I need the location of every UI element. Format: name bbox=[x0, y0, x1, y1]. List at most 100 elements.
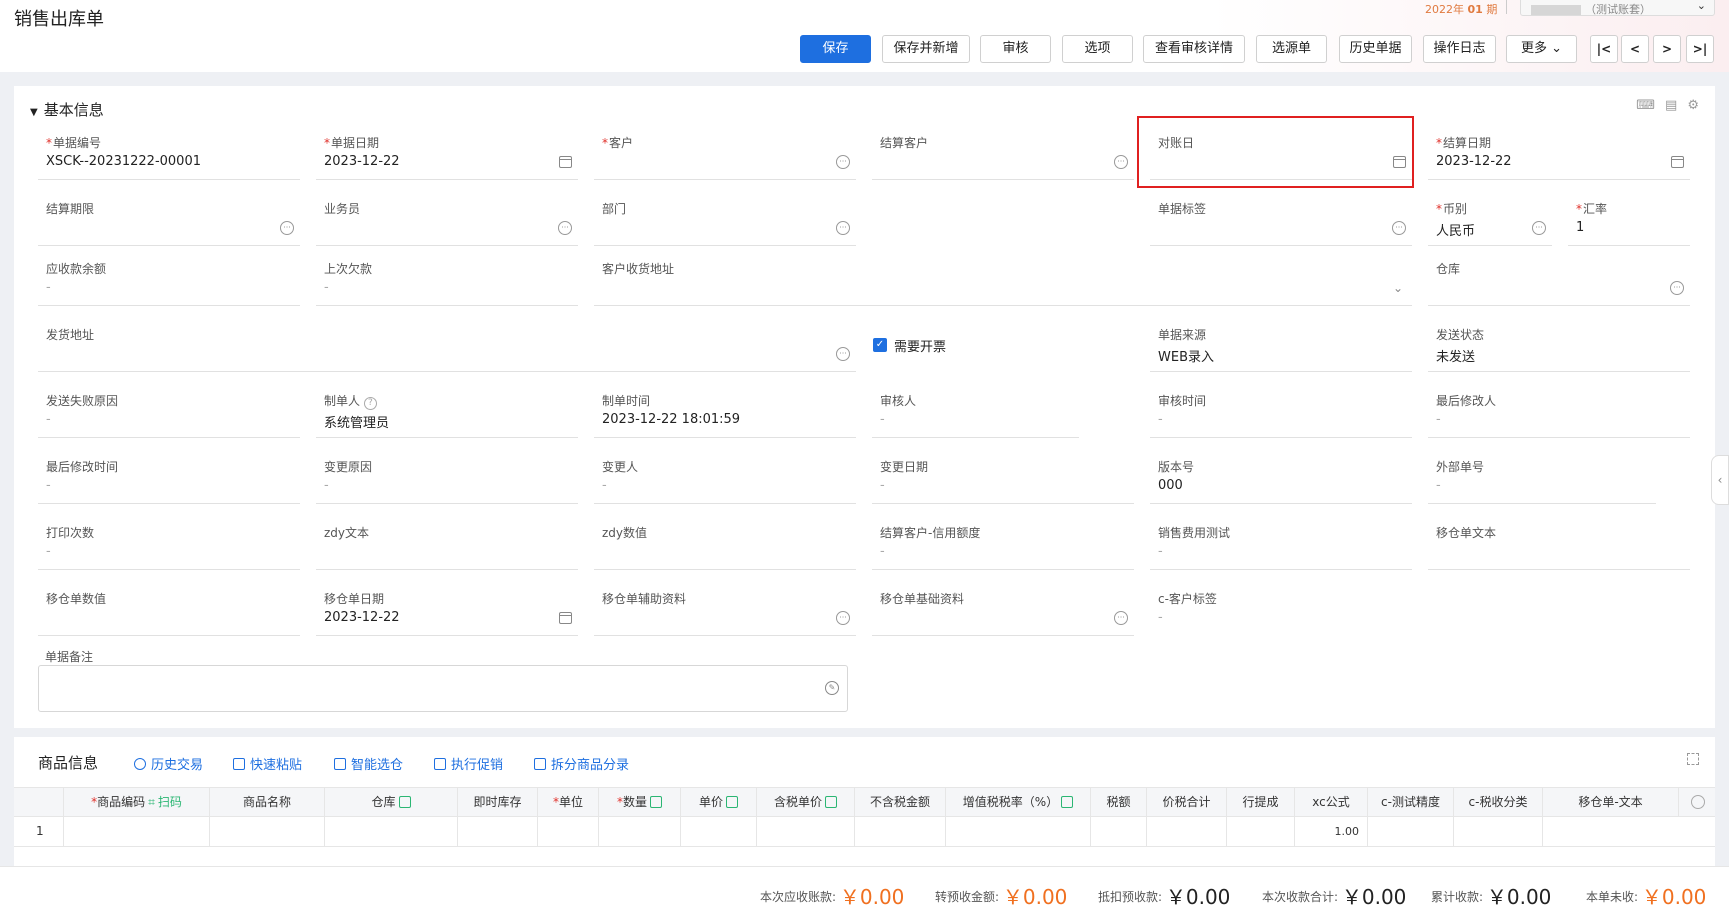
cell-tax-category[interactable] bbox=[1454, 817, 1543, 846]
field-currency[interactable]: *币别 人民币 ··· bbox=[1428, 192, 1552, 246]
save-button[interactable]: 保存 bbox=[800, 35, 871, 63]
field-transfer-date[interactable]: 移仓单日期 2023-12-22 bbox=[316, 582, 578, 636]
promotion-tool[interactable]: 执行促销 bbox=[434, 754, 503, 773]
col-price[interactable]: 单价 bbox=[681, 788, 757, 816]
cell-xc-formula[interactable]: 1.00 bbox=[1295, 817, 1368, 846]
remark-textarea[interactable]: ✎ bbox=[38, 665, 848, 712]
field-zdy-text[interactable]: zdy文本 bbox=[316, 516, 578, 570]
field-customer[interactable]: *客户 ··· bbox=[594, 126, 856, 180]
field-settle-date[interactable]: *结算日期 2023-12-22 bbox=[1428, 126, 1690, 180]
field-bill-no[interactable]: *单据编号 XSCK--20231222-00001 bbox=[38, 126, 300, 180]
field-label: 移仓单数值 bbox=[46, 592, 107, 606]
help-icon[interactable]: ? bbox=[363, 397, 377, 410]
cell-tax[interactable] bbox=[1091, 817, 1147, 846]
cell-product-code[interactable] bbox=[64, 817, 210, 846]
last-record-button[interactable]: >| bbox=[1686, 35, 1714, 63]
more-options-icon[interactable]: ··· bbox=[1114, 611, 1128, 625]
batch-edit-icon[interactable] bbox=[398, 796, 411, 808]
calendar-icon[interactable] bbox=[559, 612, 572, 624]
cell-transfer-text[interactable] bbox=[1543, 817, 1715, 846]
gear-icon[interactable]: ⚙ bbox=[1687, 98, 1699, 113]
history-bills-button[interactable]: 历史单据 bbox=[1339, 35, 1412, 63]
cell-total[interactable] bbox=[1147, 817, 1227, 846]
field-customer-address[interactable]: 客户收货地址 ⌄ bbox=[594, 252, 1412, 306]
field-transfer-base[interactable]: 移仓单基础资料 ··· bbox=[872, 582, 1134, 636]
operation-log-button[interactable]: 操作日志 bbox=[1423, 35, 1496, 63]
cell-vat-rate[interactable] bbox=[946, 817, 1091, 846]
more-options-icon[interactable]: ··· bbox=[1670, 281, 1684, 295]
col-tax-price[interactable]: 含税单价 bbox=[757, 788, 855, 816]
goods-section-title: 商品信息 bbox=[38, 754, 99, 772]
first-record-button[interactable]: |< bbox=[1590, 35, 1618, 63]
field-exchange-rate[interactable]: *汇率 1 bbox=[1568, 192, 1690, 246]
edit-icon[interactable]: ✎ bbox=[825, 681, 839, 695]
history-trade-tool[interactable]: 历史交易 bbox=[134, 754, 203, 773]
batch-edit-icon[interactable] bbox=[1061, 796, 1074, 808]
split-entry-tool[interactable]: 拆分商品分录 bbox=[534, 754, 629, 773]
summary-label: 本次收款合计: bbox=[1262, 890, 1339, 904]
cell-warehouse[interactable] bbox=[325, 817, 458, 846]
more-options-icon[interactable]: ··· bbox=[836, 611, 850, 625]
field-ship-address[interactable]: 发货地址 ··· bbox=[38, 318, 856, 372]
cell-price[interactable] bbox=[681, 817, 757, 846]
template-icon[interactable]: ▤ bbox=[1665, 98, 1677, 113]
accounting-period[interactable]: 2022年 01 期 bbox=[1425, 1, 1497, 17]
section-basic-info[interactable]: ▼ 基本信息 bbox=[30, 99, 104, 120]
field-warehouse[interactable]: 仓库 ··· bbox=[1428, 252, 1690, 306]
select-source-button[interactable]: 选源单 bbox=[1256, 35, 1327, 63]
batch-edit-icon[interactable] bbox=[650, 796, 662, 808]
scan-label[interactable]: 扫码 bbox=[158, 795, 182, 809]
field-bill-tag[interactable]: 单据标签 ··· bbox=[1150, 192, 1412, 246]
more-options-icon[interactable]: ··· bbox=[1114, 155, 1128, 169]
more-button[interactable]: 更多 ⌄ bbox=[1506, 35, 1577, 63]
audit-button[interactable]: 审核 bbox=[980, 35, 1051, 63]
more-options-icon[interactable]: ··· bbox=[836, 221, 850, 235]
col-quantity[interactable]: *数量 bbox=[599, 788, 681, 816]
col-product-code[interactable]: *商品编码 ⌗ 扫码 bbox=[64, 788, 210, 816]
keyboard-icon[interactable]: ⌨ bbox=[1636, 98, 1655, 113]
cell-unit[interactable] bbox=[538, 817, 599, 846]
quick-paste-tool[interactable]: 快速粘贴 bbox=[233, 754, 302, 773]
col-warehouse[interactable]: 仓库 bbox=[325, 788, 458, 816]
more-options-icon[interactable]: ··· bbox=[1392, 221, 1406, 235]
save-and-new-button[interactable]: 保存并新增 bbox=[882, 35, 970, 63]
cell-tax-price[interactable] bbox=[757, 817, 855, 846]
col-vat-rate[interactable]: 增值税税率（%） bbox=[946, 788, 1091, 816]
field-settle-term[interactable]: 结算期限 ··· bbox=[38, 192, 300, 246]
side-collapse-tab[interactable]: ‹ bbox=[1711, 455, 1729, 505]
more-options-icon[interactable]: ··· bbox=[1532, 221, 1546, 235]
audit-detail-button[interactable]: 查看审核详情 bbox=[1143, 35, 1245, 63]
field-transfer-text[interactable]: 移仓单文本 bbox=[1428, 516, 1690, 570]
cell-product-name[interactable] bbox=[210, 817, 325, 846]
next-record-button[interactable]: > bbox=[1653, 35, 1681, 63]
chevron-down-icon[interactable]: ⌄ bbox=[1390, 280, 1406, 296]
field-settle-customer[interactable]: 结算客户 ··· bbox=[872, 126, 1134, 180]
more-options-icon[interactable]: ··· bbox=[836, 347, 850, 361]
field-department[interactable]: 部门 ··· bbox=[594, 192, 856, 246]
column-settings-icon[interactable] bbox=[1691, 795, 1705, 809]
invoice-checkbox-label[interactable]: 需要开票 bbox=[894, 336, 946, 355]
cell-quantity[interactable] bbox=[599, 817, 681, 846]
smart-warehouse-tool[interactable]: 智能选仓 bbox=[334, 754, 403, 773]
field-transfer-aux[interactable]: 移仓单辅助资料 ··· bbox=[594, 582, 856, 636]
calendar-icon[interactable] bbox=[1671, 156, 1684, 168]
invoice-checkbox[interactable]: ✓ bbox=[873, 338, 887, 352]
field-salesman[interactable]: 业务员 ··· bbox=[316, 192, 578, 246]
more-options-icon[interactable]: ··· bbox=[836, 155, 850, 169]
account-selector[interactable]: （测试账套） ⌄ bbox=[1520, 0, 1715, 16]
cell-commission[interactable] bbox=[1227, 817, 1295, 846]
batch-edit-icon[interactable] bbox=[825, 796, 837, 808]
cell-precision[interactable] bbox=[1368, 817, 1454, 846]
field-bill-date[interactable]: *单据日期 2023-12-22 bbox=[316, 126, 578, 180]
options-button[interactable]: 选项 bbox=[1062, 35, 1133, 63]
field-zdy-number[interactable]: zdy数值 bbox=[594, 516, 856, 570]
fullscreen-icon[interactable] bbox=[1687, 753, 1699, 765]
cell-amount[interactable] bbox=[855, 817, 946, 846]
batch-edit-icon[interactable] bbox=[726, 796, 738, 808]
scan-code-icon[interactable]: ⌗ bbox=[148, 795, 155, 809]
more-options-icon[interactable]: ··· bbox=[558, 221, 572, 235]
calendar-icon[interactable] bbox=[559, 156, 572, 168]
field-transfer-number[interactable]: 移仓单数值 bbox=[38, 582, 300, 636]
more-options-icon[interactable]: ··· bbox=[280, 221, 294, 235]
prev-record-button[interactable]: < bbox=[1621, 35, 1649, 63]
